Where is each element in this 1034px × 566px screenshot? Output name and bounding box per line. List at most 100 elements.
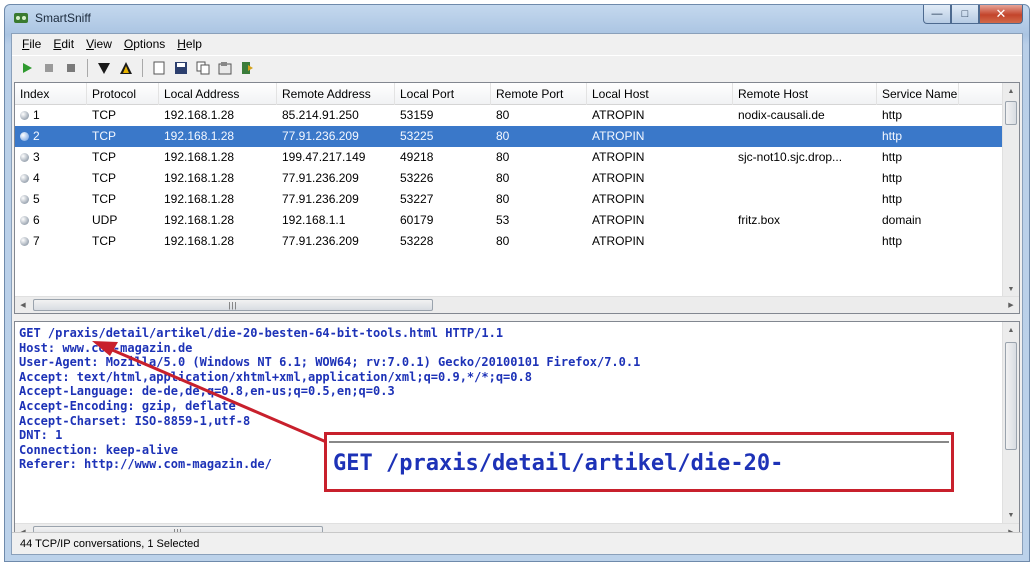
- list-vertical-scrollbar[interactable]: ▲ ▼: [1002, 83, 1019, 297]
- content-line: User-Agent: Mozilla/5.0 (Windows NT 6.1;…: [19, 355, 641, 370]
- cell-remote-host: [733, 168, 877, 189]
- cell-local-host: ATROPIN: [592, 192, 645, 206]
- cell-remote-address: 85.214.91.250: [282, 108, 359, 122]
- table-row[interactable]: 2 TCP 192.168.1.28 77.91.236.209 53225 80 ATRO…: [15, 126, 1002, 147]
- cell-protocol: TCP: [92, 192, 116, 206]
- table-row[interactable]: 7 TCP 192.168.1.28 77.91.236.209 53228 80 ATRO…: [15, 231, 1002, 252]
- scroll-thumb[interactable]: [1005, 101, 1017, 125]
- cell-local-host: ATROPIN: [592, 171, 645, 185]
- cell-local-host: ATROPIN: [592, 129, 645, 143]
- scroll-thumb[interactable]: [1005, 342, 1017, 450]
- cell-protocol: TCP: [92, 150, 116, 164]
- cell-index-text: 1: [33, 108, 40, 122]
- cell-remote-port: 80: [496, 234, 510, 248]
- horizontal-scroll-thumb[interactable]: |||: [33, 299, 433, 311]
- minimize-button[interactable]: —: [923, 5, 951, 24]
- status-dot-icon: [20, 111, 29, 120]
- cell-local-host: ATROPIN: [592, 150, 645, 164]
- cell-local-port: 53227: [400, 192, 434, 206]
- cell-local-address: 192.168.1.28: [164, 234, 235, 248]
- zoom-callout: GET /praxis/detail/artikel/die-20-: [324, 432, 954, 492]
- column-header-index[interactable]: Index: [15, 83, 87, 105]
- cell-remote-host: [733, 126, 877, 147]
- column-header-local-address[interactable]: Local Address: [159, 83, 277, 105]
- cell-remote-address: 77.91.236.209: [282, 192, 359, 206]
- cell-remote-port: 80: [496, 129, 510, 143]
- cell-remote-port: 80: [496, 192, 510, 206]
- cell-remote-address: 77.91.236.209: [282, 234, 359, 248]
- packet-content-pane[interactable]: GET /praxis/detail/artikel/die-20-besten…: [14, 321, 1020, 541]
- column-header-protocol[interactable]: Protocol: [87, 83, 159, 105]
- close-button[interactable]: ✕: [979, 5, 1023, 24]
- close-icon: ✕: [995, 6, 1007, 21]
- exit-button[interactable]: [238, 59, 256, 77]
- copy-button[interactable]: [194, 59, 212, 77]
- cell-index-text: 4: [33, 171, 40, 185]
- new-icon: [153, 61, 165, 74]
- list-horizontal-scrollbar[interactable]: ◀ ||| ▶: [15, 296, 1019, 313]
- maximize-button[interactable]: □: [951, 5, 979, 24]
- pause-capture-button[interactable]: [62, 59, 80, 77]
- table-row[interactable]: 3 TCP 192.168.1.28 199.47.217.149 49218 80 ATR…: [15, 147, 1002, 168]
- stop-capture-icon: [45, 63, 53, 72]
- cell-local-address: 192.168.1.28: [164, 129, 235, 143]
- filter-up-icon: [120, 61, 132, 74]
- cell-local-address: 192.168.1.28: [164, 150, 235, 164]
- filter-up-button[interactable]: [117, 59, 135, 77]
- column-header-local-host[interactable]: Local Host: [587, 83, 733, 105]
- table-row[interactable]: 5 TCP 192.168.1.28 77.91.236.209 53227 80 ATRO…: [15, 189, 1002, 210]
- cell-local-port: 53228: [400, 234, 434, 248]
- scroll-left-arrow-icon[interactable]: ◀: [15, 297, 31, 313]
- menu-edit[interactable]: Edit: [47, 37, 80, 51]
- cell-index: 4: [15, 168, 87, 189]
- cell-remote-host: [733, 231, 877, 252]
- cell-remote-host: fritz.box: [738, 213, 781, 227]
- menu-view[interactable]: View: [80, 37, 118, 51]
- cell-service-name: http: [882, 108, 903, 122]
- content-line: Accept: text/html,application/xhtml+xml,…: [19, 369, 532, 384]
- scroll-down-arrow-icon[interactable]: ▼: [1003, 507, 1019, 523]
- table-row[interactable]: 6 UDP 192.168.1.28 192.168.1.1 60179 53 ATROPI…: [15, 210, 1002, 231]
- new-button[interactable]: [150, 59, 168, 77]
- title-bar[interactable]: SmartSniff — □ ✕: [5, 5, 1029, 33]
- table-row[interactable]: 1 TCP 192.168.1.28 85.214.91.250 53159 80 ATRO…: [15, 105, 1002, 126]
- cell-remote-address: 199.47.217.149: [282, 150, 366, 164]
- cell-local-port: 53159: [400, 108, 434, 122]
- content-line: Host: www.com-magazin.de: [19, 340, 193, 355]
- cell-remote-host: [733, 189, 877, 210]
- cell-remote-host: nodix-causali.de: [738, 108, 825, 122]
- pause-icon: [67, 63, 75, 72]
- column-header-remote-port[interactable]: Remote Port: [491, 83, 587, 105]
- scroll-up-arrow-icon[interactable]: ▲: [1003, 322, 1019, 338]
- scroll-right-arrow-icon[interactable]: ▶: [1003, 297, 1019, 313]
- cell-local-port: 60179: [400, 213, 434, 227]
- start-capture-button[interactable]: [18, 59, 36, 77]
- cell-remote-port: 53: [496, 213, 510, 227]
- save-button[interactable]: [172, 59, 190, 77]
- column-header-remote-host[interactable]: Remote Host: [733, 83, 877, 105]
- filter-button[interactable]: [95, 59, 113, 77]
- menu-help[interactable]: Help: [171, 37, 208, 51]
- table-row[interactable]: 4 TCP 192.168.1.28 77.91.236.209 53226 80 ATRO…: [15, 168, 1002, 189]
- properties-icon: [218, 61, 232, 74]
- menu-file[interactable]: File: [16, 37, 47, 51]
- cell-remote-port: 80: [496, 171, 510, 185]
- column-header-local-port[interactable]: Local Port: [395, 83, 491, 105]
- packets-list[interactable]: Index Protocol Local Address Remote Address…: [14, 82, 1020, 314]
- toolbar-separator: [142, 58, 143, 77]
- scroll-up-arrow-icon[interactable]: ▲: [1003, 83, 1019, 99]
- list-rows: 1 TCP 192.168.1.28 85.214.91.250 53159 80 ATRO…: [15, 105, 1002, 252]
- scroll-down-arrow-icon[interactable]: ▼: [1003, 281, 1019, 297]
- toolbar: [12, 55, 1022, 79]
- status-bar: 44 TCP/IP conversations, 1 Selected: [12, 532, 1022, 554]
- cell-index-text: 2: [33, 129, 40, 143]
- menu-options[interactable]: Options: [118, 37, 171, 51]
- column-header-remote-address[interactable]: Remote Address: [277, 83, 395, 105]
- cell-service-name: http: [882, 150, 903, 164]
- properties-button[interactable]: [216, 59, 234, 77]
- content-vertical-scrollbar[interactable]: ▲ ▼: [1002, 322, 1019, 523]
- column-header-service-name[interactable]: Service Name: [877, 83, 959, 105]
- stop-capture-button[interactable]: [40, 59, 58, 77]
- menu-accelerator: V: [86, 37, 94, 51]
- content-line: Accept-Language: de-de,de;q=0.8,en-us;q=…: [19, 384, 395, 399]
